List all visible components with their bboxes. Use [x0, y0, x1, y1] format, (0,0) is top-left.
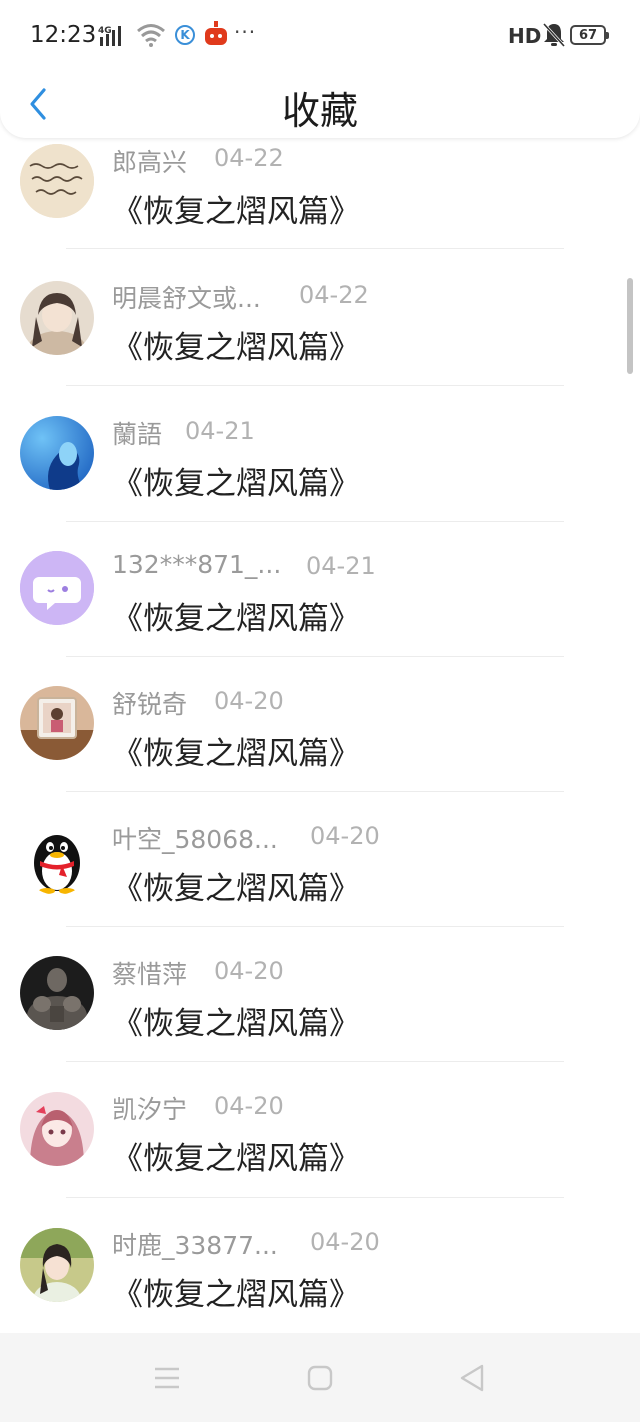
favorite-title: 《恢复之熠风篇》 — [112, 1006, 360, 1042]
page-title: 收藏 — [281, 89, 358, 133]
avatar — [20, 416, 94, 490]
mute-bell-icon — [542, 22, 566, 52]
favorite-item[interactable]: 叶空_58068... 04-20 《恢复之熠风篇》 — [0, 791, 640, 927]
avatar — [20, 956, 94, 1030]
top-bar: 12:23 4G K ··· HD 67 收藏 — [0, 0, 640, 138]
favorite-title: 《恢复之熠风篇》 — [112, 1277, 360, 1313]
favorite-date: 04-21 — [185, 417, 255, 445]
favorite-date: 04-20 — [214, 687, 284, 715]
avatar — [20, 821, 94, 895]
signal-icon: 4G — [98, 24, 130, 48]
divider — [66, 248, 564, 249]
favorite-date: 04-20 — [214, 957, 284, 985]
favorites-list[interactable]: 郎高兴 04-22 《恢复之熠风篇》 明晨舒文或... 04-22 《恢复之熠风… — [0, 116, 640, 1332]
favorite-title: 《恢复之熠风篇》 — [112, 871, 360, 907]
favorite-item[interactable]: 舒锐奇 04-20 《恢复之熠风篇》 — [0, 656, 640, 792]
status-time: 12:23 — [30, 22, 97, 48]
app-k-icon: K — [175, 25, 195, 45]
favorite-title: 《恢复之熠风篇》 — [112, 466, 360, 502]
avatar — [20, 1228, 94, 1302]
avatar — [20, 281, 94, 355]
status-bar: 12:23 4G K ··· HD 67 — [0, 0, 640, 70]
favorite-item[interactable]: 时鹿_33877... 04-20 《恢复之熠风篇》 — [0, 1197, 640, 1332]
user-name: 蔡惜萍 — [112, 960, 188, 989]
user-name: 凯汐宁 — [112, 1095, 188, 1124]
favorite-date: 04-22 — [299, 281, 369, 309]
favorite-date: 04-20 — [310, 1228, 380, 1256]
favorite-date: 04-21 — [306, 552, 376, 580]
favorite-item[interactable]: 蘭語 04-21 《恢复之熠风篇》 — [0, 386, 640, 522]
network-type: 4G — [98, 26, 112, 36]
scrollbar[interactable] — [627, 278, 633, 374]
avatar — [20, 1092, 94, 1166]
user-name: 舒锐奇 — [112, 690, 188, 719]
avatar — [20, 686, 94, 760]
favorite-title: 《恢复之熠风篇》 — [112, 194, 360, 230]
page-header: 收藏 — [0, 70, 640, 138]
favorite-title: 《恢复之熠风篇》 — [112, 736, 360, 772]
favorite-item[interactable]: 明晨舒文或... 04-22 《恢复之熠风篇》 — [0, 250, 640, 386]
system-nav-bar — [0, 1333, 640, 1422]
favorite-item[interactable]: 凯汐宁 04-20 《恢复之熠风篇》 — [0, 1061, 640, 1198]
wifi-icon — [136, 22, 166, 52]
user-name: 132***871_... — [112, 550, 282, 579]
menu-button[interactable] — [150, 1361, 184, 1395]
hd-indicator: HD — [508, 24, 542, 48]
back-triangle-icon — [460, 1364, 484, 1392]
back-nav-button[interactable] — [455, 1361, 489, 1395]
battery-indicator: 67 — [570, 25, 609, 45]
app-notification-icon — [203, 21, 229, 51]
favorite-title: 《恢复之熠风篇》 — [112, 601, 360, 637]
favorite-item[interactable]: 132***871_... 04-21 《恢复之熠风篇》 — [0, 521, 640, 657]
user-name: 郎高兴 — [112, 148, 188, 177]
favorite-title: 《恢复之熠风篇》 — [112, 1141, 360, 1177]
more-notifications-icon: ··· — [234, 20, 257, 44]
user-name: 时鹿_33877... — [112, 1231, 278, 1260]
avatar — [20, 144, 94, 218]
menu-icon — [155, 1367, 179, 1389]
favorite-title: 《恢复之熠风篇》 — [112, 330, 360, 366]
favorite-date: 04-20 — [214, 1092, 284, 1120]
user-name: 明晨舒文或... — [112, 284, 261, 313]
home-button[interactable] — [303, 1361, 337, 1395]
avatar — [20, 551, 94, 625]
favorites-screen: 郎高兴 04-22 《恢复之熠风篇》 明晨舒文或... 04-22 《恢复之熠风… — [0, 0, 640, 1422]
user-name: 蘭語 — [112, 420, 163, 449]
home-square-icon — [307, 1365, 333, 1391]
favorite-date: 04-20 — [310, 822, 380, 850]
favorite-date: 04-22 — [214, 144, 284, 172]
favorite-item[interactable]: 蔡惜萍 04-20 《恢复之熠风篇》 — [0, 926, 640, 1062]
user-name: 叶空_58068... — [112, 825, 278, 854]
